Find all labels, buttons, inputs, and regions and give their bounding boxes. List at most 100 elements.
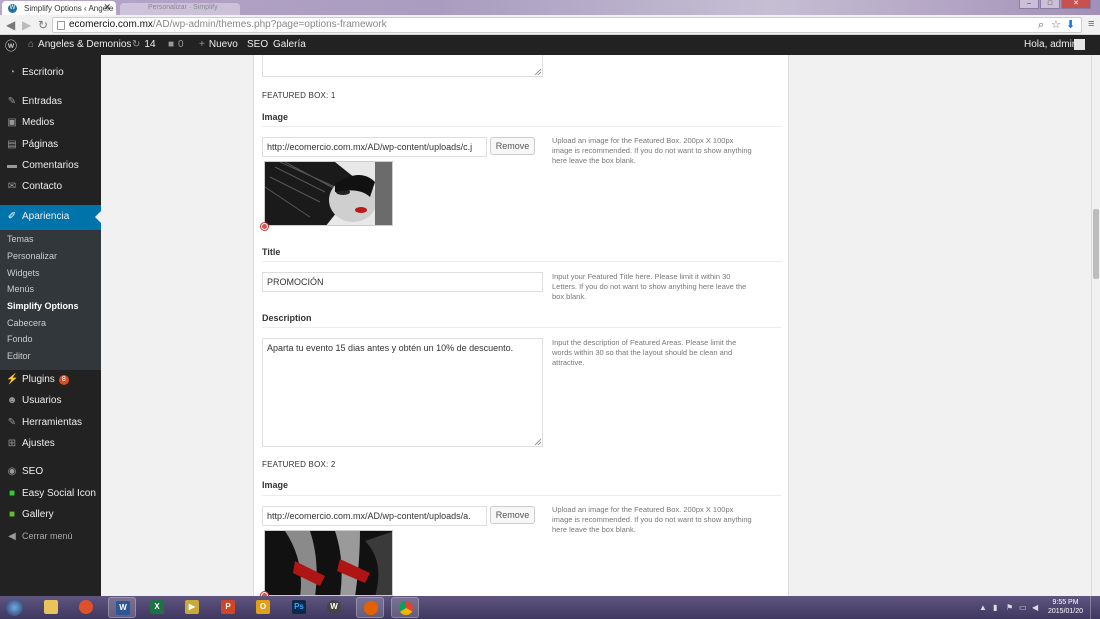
sidebar-item-usuarios[interactable]: ☻ Usuarios: [0, 391, 101, 411]
minimize-icon[interactable]: –: [1019, 0, 1039, 9]
previous-description-textarea[interactable]: [262, 55, 543, 77]
my-account-link[interactable]: Hola, admin: [1024, 39, 1077, 50]
browser-tab-active[interactable]: W Simplify Options ‹ Angele ✕: [2, 1, 116, 15]
box1-description-textarea[interactable]: Aparta tu evento 15 dias antes y obtén u…: [262, 338, 543, 447]
back-icon[interactable]: ◀: [6, 18, 15, 32]
box1-remove-button[interactable]: Remove: [490, 137, 535, 155]
system-clock[interactable]: 9:55 PM 2015/01/20: [1048, 598, 1083, 616]
submenu-item-personalizar[interactable]: Personalizar: [7, 251, 57, 261]
wordpress-logo-icon[interactable]: ⓦ: [5, 37, 17, 54]
sidebar-item-seo[interactable]: ◉ SEO: [0, 462, 101, 482]
sidebar-item-entradas[interactable]: ✎ Entradas: [0, 92, 101, 112]
sidebar-item-contacto[interactable]: ✉ Contacto: [0, 177, 101, 197]
sidebar-item-easy-social-icon[interactable]: ■ Easy Social Icon: [0, 484, 101, 504]
sidebar-item-herramientas[interactable]: ✎ Herramientas: [0, 413, 101, 433]
close-window-icon[interactable]: ✕: [1061, 0, 1091, 9]
media-player-icon[interactable]: ▶: [178, 597, 206, 618]
box2-image-label: Image: [262, 480, 289, 490]
word-icon[interactable]: W: [108, 597, 136, 618]
media-center-icon[interactable]: [72, 597, 100, 618]
excel-icon[interactable]: X: [143, 597, 171, 618]
menu-icon[interactable]: ≡: [1088, 18, 1094, 30]
comments-count: 0: [178, 39, 184, 50]
plugins-label: Plugins: [22, 374, 55, 385]
box1-remove-image-icon[interactable]: [261, 223, 268, 230]
scrollbar-thumb[interactable]: [1093, 209, 1099, 279]
box2-image-url-input[interactable]: http://ecomercio.com.mx/AD/wp-content/up…: [262, 506, 487, 526]
explorer-icon[interactable]: [37, 597, 65, 618]
updates-icon: ↻: [132, 39, 141, 50]
wordpress-icon[interactable]: W: [320, 597, 348, 618]
sidebar-item-gallery[interactable]: ■ Gallery: [0, 505, 101, 525]
resize-grip-icon[interactable]: [535, 439, 541, 445]
clock-time: 9:55 PM: [1052, 599, 1079, 606]
outlook-icon[interactable]: O: [249, 597, 277, 618]
submenu-item-menus[interactable]: Menús: [7, 284, 34, 294]
media-icon: ▣: [7, 117, 17, 128]
submenu-item-editor[interactable]: Editor: [7, 351, 31, 361]
options-panel: FEATURED BOX: 1 Image http://ecomercio.c…: [253, 55, 789, 596]
reload-icon[interactable]: ↻: [38, 18, 48, 32]
sidebar-item-label: Ajustes: [22, 438, 55, 449]
sidebar-item-label: Usuarios: [22, 395, 62, 406]
comments-link[interactable]: ■ 0: [168, 39, 184, 50]
submenu-item-cabecera[interactable]: Cabecera: [7, 318, 46, 328]
chrome-icon[interactable]: [391, 597, 419, 618]
box2-remove-button[interactable]: Remove: [490, 506, 535, 524]
tray-arrow-icon[interactable]: ▲: [979, 603, 987, 612]
firefox-icon[interactable]: [356, 597, 384, 618]
network-icon[interactable]: ▮: [993, 603, 997, 612]
volume-icon[interactable]: ◀: [1032, 603, 1038, 612]
woman-portrait-image: [265, 162, 392, 225]
legs-heels-image: [265, 531, 392, 595]
close-tab-icon[interactable]: ✕: [103, 2, 111, 13]
maximize-icon[interactable]: □: [1040, 0, 1060, 9]
submenu-item-simplify-options[interactable]: Simplify Options: [7, 301, 79, 311]
sidebar-item-label: Entradas: [22, 96, 63, 107]
download-icon[interactable]: ⬇: [1066, 18, 1075, 31]
wp-admin-bar: ⓦ ⌂ Angeles & Demonios ↻ 14 ■ 0 + Nuevo SEO …: [0, 35, 1100, 55]
monitor-icon[interactable]: ▭: [1019, 603, 1027, 612]
sidebar-item-escritorio[interactable]: ◔ Escritorio: [0, 63, 101, 83]
sidebar-item-comentarios[interactable]: ▬ Comentarios: [0, 156, 101, 176]
sidebar-collapse-button[interactable]: ◀ Cerrar menú: [0, 527, 101, 547]
comments-icon: ▬: [7, 160, 17, 171]
gallery-icon: ■: [8, 509, 16, 520]
submenu-item-temas[interactable]: Temas: [7, 234, 34, 244]
sidebar-item-plugins[interactable]: ⚡ Plugins 8: [0, 370, 101, 390]
box1-title-input[interactable]: PROMOCIÓN: [262, 272, 543, 292]
site-name-link[interactable]: ⌂ Angeles & Demonios: [28, 39, 131, 50]
vertical-scrollbar[interactable]: [1091, 55, 1100, 596]
seo-link[interactable]: SEO: [247, 39, 268, 50]
brush-icon: ✐: [7, 211, 17, 222]
sidebar-item-ajustes[interactable]: ⊞ Ajustes: [0, 434, 101, 454]
resize-grip-icon[interactable]: [535, 69, 541, 75]
start-orb-icon[interactable]: [2, 597, 28, 618]
flag-icon[interactable]: ⚑: [1006, 603, 1013, 612]
sidebar-item-label: Cerrar menú: [22, 531, 73, 541]
sidebar-item-paginas[interactable]: ▤ Páginas: [0, 135, 101, 155]
avatar[interactable]: [1074, 39, 1085, 50]
new-content-link[interactable]: + Nuevo: [199, 39, 238, 50]
box1-description-text: Aparta tu evento 15 dias antes y obtén u…: [267, 343, 514, 353]
search-icon[interactable]: ⌕: [1038, 19, 1044, 32]
sidebar-item-medios[interactable]: ▣ Medios: [0, 113, 101, 133]
submenu-item-fondo[interactable]: Fondo: [7, 334, 33, 344]
sidebar-item-apariencia[interactable]: ✐ Apariencia: [0, 205, 101, 230]
photoshop-icon[interactable]: Ps: [285, 597, 313, 618]
box1-image-url-input[interactable]: http://ecomercio.com.mx/AD/wp-content/up…: [262, 137, 487, 157]
bookmark-star-icon[interactable]: ☆: [1051, 18, 1061, 31]
show-desktop-button[interactable]: [1090, 596, 1100, 619]
forward-icon[interactable]: ▶: [22, 18, 31, 32]
submenu-item-widgets[interactable]: Widgets: [7, 268, 40, 278]
powerpoint-icon[interactable]: P: [214, 597, 242, 618]
browser-tab-inactive[interactable]: Personalizar · Simplify: [120, 3, 240, 15]
sidebar-item-label: Gallery: [22, 509, 54, 520]
updates-count: 14: [144, 39, 156, 50]
updates-link[interactable]: ↻ 14: [132, 39, 156, 50]
address-bar[interactable]: ecomercio.com.mx/AD/wp-admin/themes.php?…: [52, 17, 1082, 33]
featured-box-2-heading: FEATURED BOX: 2: [262, 460, 336, 469]
divider: [262, 126, 782, 127]
sidebar-item-label: Páginas: [22, 139, 59, 150]
gallery-link[interactable]: Galería: [273, 39, 306, 50]
